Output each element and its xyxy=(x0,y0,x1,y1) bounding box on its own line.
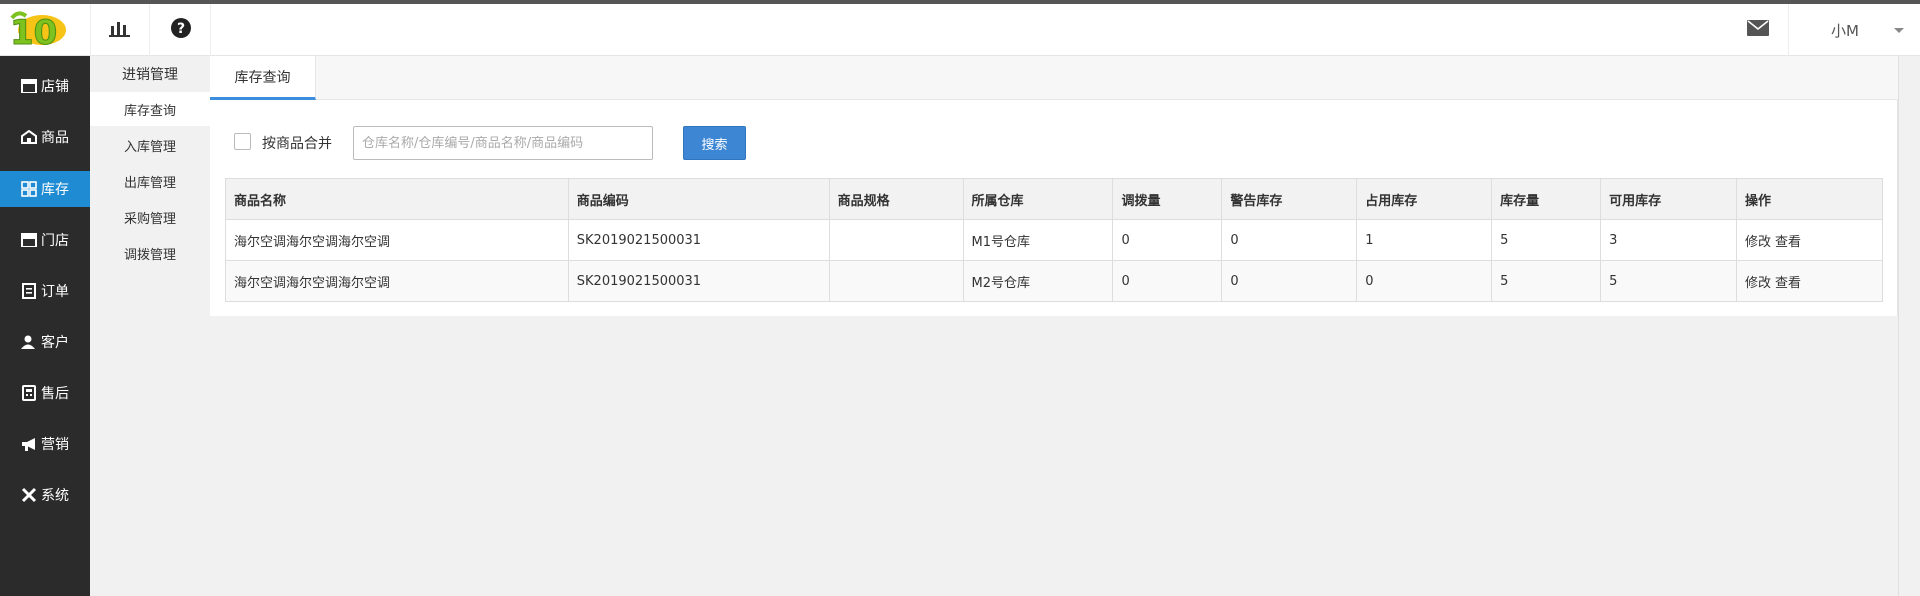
subnav-title: 进销管理 xyxy=(122,67,178,83)
column-header: 操作 xyxy=(1736,178,1883,220)
brand-logo[interactable]: 10 xyxy=(0,4,90,56)
shop-icon xyxy=(20,78,38,94)
cell-available-stock: 3 xyxy=(1600,219,1737,261)
merge-by-goods-label: 按商品合并 xyxy=(262,136,332,152)
main-sidebar: 店铺 商品 库存 门店 订单 客户 售后 营销 系统 xyxy=(0,56,90,596)
sidebar-item-label: 订单 xyxy=(41,284,69,300)
search-input[interactable] xyxy=(353,126,653,160)
cell-goods-spec xyxy=(828,219,964,261)
message-button[interactable] xyxy=(1730,4,1785,56)
cell-stock-qty: 5 xyxy=(1491,260,1602,302)
cell-warehouse: M2号仓库 xyxy=(962,260,1114,302)
sub-sidebar: 进销管理 库存查询 入库管理 出库管理 采购管理 调拨管理 xyxy=(90,56,210,596)
cell-transfer-qty: 0 xyxy=(1112,219,1223,261)
filter-toolbar: 按商品合并 搜索 xyxy=(210,100,1898,180)
user-name: 小M xyxy=(1831,21,1859,40)
cell-actions: 修改 查看 xyxy=(1736,260,1883,302)
subnav-item-stock-query[interactable]: 库存查询 xyxy=(90,92,210,126)
question-circle-icon: ? xyxy=(170,17,192,43)
cell-available-stock: 5 xyxy=(1600,260,1737,302)
column-header: 占用库存 xyxy=(1356,178,1493,220)
sidebar-item-label: 系统 xyxy=(41,488,69,504)
column-header: 商品名称 xyxy=(225,178,569,220)
cell-actions: 修改 查看 xyxy=(1736,219,1883,261)
column-header: 可用库存 xyxy=(1600,178,1737,220)
cell-goods-spec xyxy=(828,260,964,302)
search-button[interactable]: 搜索 xyxy=(683,126,746,160)
cell-warning-stock: 0 xyxy=(1221,260,1358,302)
cell-warehouse: M1号仓库 xyxy=(962,219,1114,261)
sidebar-item-label: 门店 xyxy=(41,233,69,249)
table-row: 海尔空调海尔空调海尔空调 SK2019021500031 M2号仓库 0 0 0… xyxy=(225,260,1883,302)
view-link[interactable]: 查看 xyxy=(1775,235,1801,250)
table-header-row: 商品名称 商品编码 商品规格 所属仓库 调拨量 警告库存 占用库存 库存量 可用… xyxy=(225,178,1883,220)
cell-goods-name: 海尔空调海尔空调海尔空调 xyxy=(225,260,569,302)
view-link[interactable]: 查看 xyxy=(1775,276,1801,291)
grid-icon xyxy=(20,181,38,197)
sidebar-item-system[interactable]: 系统 xyxy=(0,477,90,513)
sidebar-item-customer[interactable]: 客户 xyxy=(0,324,90,360)
sidebar-item-marketing[interactable]: 营销 xyxy=(0,426,90,462)
stats-chart-button[interactable] xyxy=(90,4,150,56)
inventory-table: 商品名称 商品编码 商品规格 所属仓库 调拨量 警告库存 占用库存 库存量 可用… xyxy=(225,178,1883,302)
sidebar-item-label: 店铺 xyxy=(41,79,69,95)
column-header: 商品编码 xyxy=(567,178,830,220)
subnav-item-purchase[interactable]: 采购管理 xyxy=(90,200,210,234)
cell-occupied-stock: 0 xyxy=(1356,260,1493,302)
cell-goods-name: 海尔空调海尔空调海尔空调 xyxy=(225,219,569,261)
aftersale-icon xyxy=(20,385,38,401)
sidebar-item-order[interactable]: 订单 xyxy=(0,273,90,309)
column-header: 警告库存 xyxy=(1221,178,1358,220)
subnav-item-transfer[interactable]: 调拨管理 xyxy=(90,236,210,270)
cell-goods-code: SK2019021500031 xyxy=(567,260,830,302)
sidebar-item-shop[interactable]: 店铺 xyxy=(0,68,90,104)
envelope-icon xyxy=(1746,20,1769,40)
sidebar-item-label: 售后 xyxy=(41,386,69,402)
cell-goods-code: SK2019021500031 xyxy=(567,219,830,261)
svg-text:?: ? xyxy=(176,21,184,37)
subnav-item-outbound[interactable]: 出库管理 xyxy=(90,164,210,198)
sidebar-item-label: 商品 xyxy=(41,130,69,146)
megaphone-icon xyxy=(20,436,38,452)
sidebar-item-inventory[interactable]: 库存 xyxy=(0,171,90,207)
merge-by-goods-checkbox[interactable] xyxy=(234,133,251,150)
cell-warning-stock: 0 xyxy=(1221,219,1358,261)
column-header: 所属仓库 xyxy=(962,178,1114,220)
column-header: 库存量 xyxy=(1491,178,1602,220)
cell-occupied-stock: 1 xyxy=(1356,219,1493,261)
sidebar-item-label: 库存 xyxy=(41,182,69,198)
column-header: 调拨量 xyxy=(1112,178,1223,220)
user-icon xyxy=(20,334,38,350)
store-icon xyxy=(20,232,38,248)
sidebar-item-store[interactable]: 门店 xyxy=(0,222,90,258)
help-button[interactable]: ? xyxy=(151,4,211,56)
goods-icon xyxy=(20,129,38,145)
cell-transfer-qty: 0 xyxy=(1112,260,1223,302)
subnav-item-inbound[interactable]: 入库管理 xyxy=(90,128,210,162)
bar-chart-icon xyxy=(109,19,131,41)
tab-bar: 库存查询 xyxy=(210,56,1898,100)
tools-icon xyxy=(20,487,38,503)
svg-text:10: 10 xyxy=(10,13,57,53)
right-scroll-strip xyxy=(1898,56,1920,596)
top-bar: 10 ? 小M xyxy=(0,0,1920,56)
edit-link[interactable]: 修改 xyxy=(1745,276,1771,291)
tab-stock-query[interactable]: 库存查询 xyxy=(210,56,316,100)
sidebar-item-aftersale[interactable]: 售后 xyxy=(0,375,90,411)
column-header: 商品规格 xyxy=(828,178,964,220)
chevron-down-icon xyxy=(1894,28,1904,33)
sidebar-item-goods[interactable]: 商品 xyxy=(0,119,90,155)
sidebar-item-label: 客户 xyxy=(41,335,69,351)
main-content: 库存查询 按商品合并 搜索 商品名称 商品编码 商品规格 所属仓库 调拨量 警告… xyxy=(210,56,1898,316)
table-row: 海尔空调海尔空调海尔空调 SK2019021500031 M1号仓库 0 0 1… xyxy=(225,219,1883,261)
cell-stock-qty: 5 xyxy=(1491,219,1602,261)
edit-link[interactable]: 修改 xyxy=(1745,235,1771,250)
order-icon xyxy=(20,283,38,299)
user-menu[interactable]: 小M xyxy=(1788,4,1920,56)
sidebar-item-label: 营销 xyxy=(41,437,69,453)
